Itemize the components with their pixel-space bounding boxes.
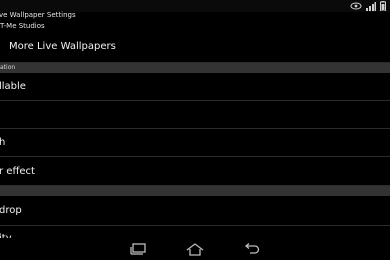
page-title: ve Wallpaper Settings [0, 11, 76, 19]
section-header-label: ation [0, 64, 16, 71]
section-header-2 [0, 186, 390, 196]
navigation-bar [0, 238, 390, 260]
signal-icon [366, 2, 376, 11]
back-icon [244, 243, 260, 254]
recent-apps-icon [130, 243, 146, 255]
title-bar: ve Wallpaper Settings [0, 11, 390, 22]
back-button[interactable] [238, 241, 264, 257]
screen: ve Wallpaper Settings T-Me Studios More … [0, 0, 390, 260]
settings-item-available[interactable]: llable [0, 73, 390, 101]
home-icon [186, 242, 204, 256]
status-icons [350, 1, 386, 11]
settings-item-effect-label: r effect [0, 166, 35, 177]
recent-apps-button[interactable] [126, 241, 152, 257]
page-subtitle: T-Me Studios [0, 22, 45, 30]
settings-item-available-label: llable [0, 81, 26, 92]
eye-icon [350, 2, 362, 10]
more-live-wallpapers-label: More Live Wallpapers [9, 41, 116, 52]
home-button[interactable] [182, 241, 208, 257]
settings-item-h[interactable]: h [0, 129, 390, 157]
settings-item-effect[interactable]: r effect [0, 157, 390, 186]
settings-item-drop[interactable]: drop [0, 196, 390, 226]
battery-icon [380, 1, 386, 11]
more-live-wallpapers-item[interactable]: More Live Wallpapers [0, 32, 390, 63]
settings-item-h-label: h [0, 137, 6, 148]
subtitle-bar: T-Me Studios [0, 22, 390, 32]
settings-item-blank[interactable] [0, 101, 390, 129]
section-header: ation [0, 63, 390, 73]
settings-item-drop-label: drop [0, 205, 22, 216]
